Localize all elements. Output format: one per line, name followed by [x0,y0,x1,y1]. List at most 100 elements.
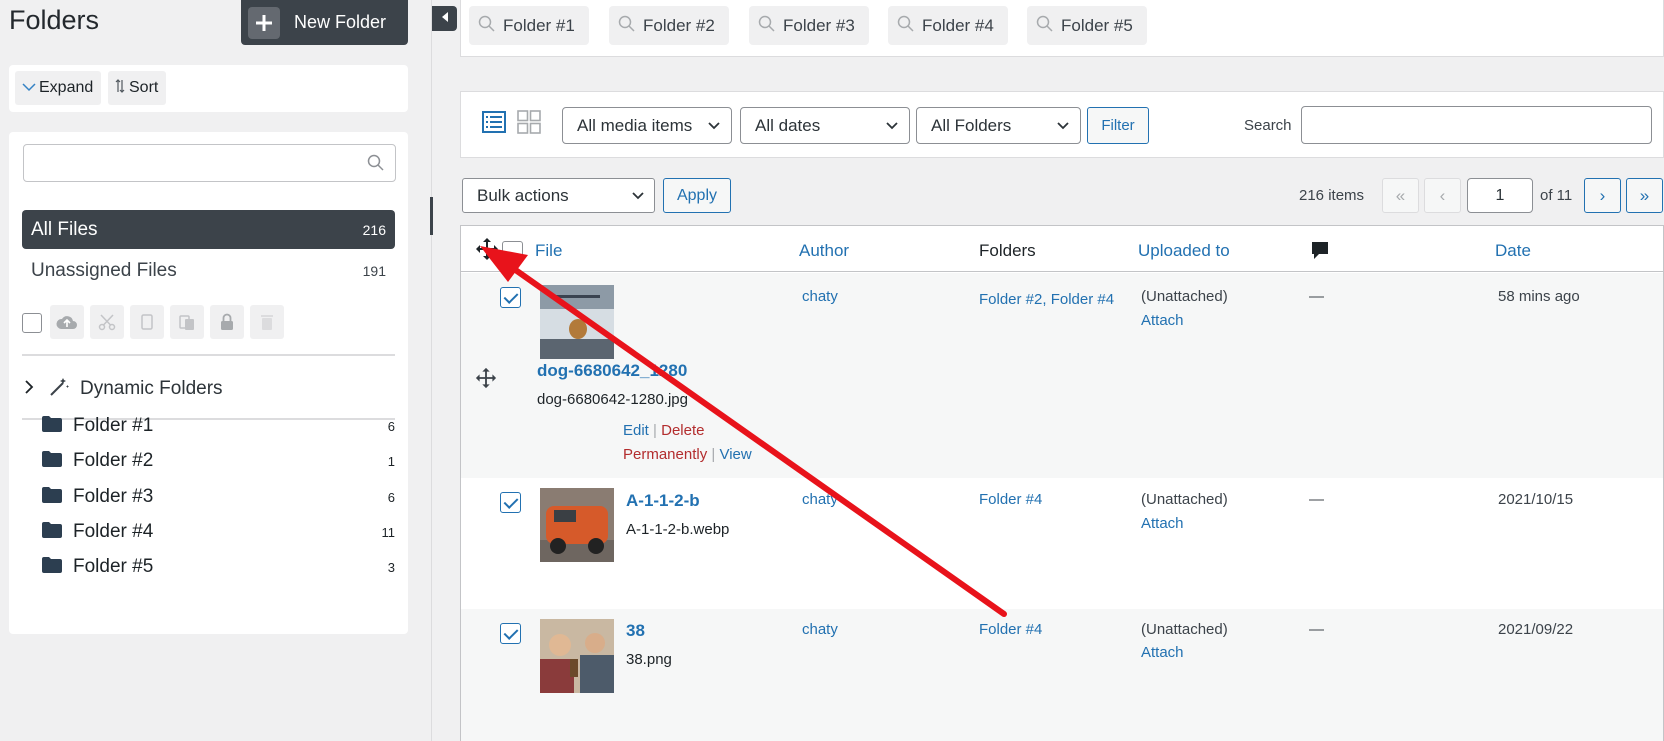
media-thumbnail[interactable] [540,285,614,359]
folder-count: 1 [387,453,395,469]
media-filter-bar: All media items All dates All Folders Fi… [460,91,1664,158]
lock-icon[interactable] [210,305,244,339]
view-link[interactable]: View [719,446,751,463]
folder-item[interactable]: Folder #1 6 [41,409,395,443]
sort-icon [115,78,125,99]
media-table: File Author Folders Uploaded to Date dog… [460,225,1664,741]
sidebar-toolbar: Expand Sort [9,65,408,112]
folders-link[interactable]: Folder #4 [979,621,1042,638]
items-count: 216 items [1299,187,1365,204]
media-thumbnail[interactable] [540,619,614,693]
folder-chip[interactable]: Folder #1 [469,6,589,45]
search-icon [478,15,495,37]
folder-item[interactable]: Folder #5 3 [41,550,395,584]
media-thumbnail[interactable] [540,488,614,562]
folders-link[interactable]: Folder #2, Folder #4 [979,288,1119,312]
folder-chip[interactable]: Folder #2 [609,6,729,45]
column-date[interactable]: Date [1495,241,1531,261]
folder-filter-value: All Folders [931,115,1012,135]
folder-chips-bar: Folder #1 Folder #2 Folder #3 Folder #4 … [460,0,1664,57]
row-checkbox[interactable] [500,623,521,644]
uploaded-to-status: (Unattached) [1141,288,1228,305]
select-all-checkbox[interactable] [502,241,523,262]
attach-link[interactable]: Attach [1141,515,1184,532]
sort-button[interactable]: Sort [108,71,166,105]
attach-link[interactable]: Attach [1141,312,1184,329]
author-link[interactable]: chaty [802,288,838,305]
bulk-actions-select[interactable]: Bulk actions [462,178,655,213]
folder-item[interactable]: Folder #3 6 [41,480,395,514]
folder-label: Folder #1 [73,415,154,436]
move-icon[interactable] [475,367,497,394]
uploaded-to-status: (Unattached) [1141,491,1228,508]
edit-link[interactable]: Edit [623,422,649,439]
media-title-link[interactable]: dog-6680642_1280 [537,361,687,381]
column-folders: Folders [979,241,1036,260]
unassigned-files-item[interactable]: Unassigned Files 191 [22,252,395,290]
apply-button[interactable]: Apply [663,178,731,213]
filter-button[interactable]: Filter [1087,107,1149,144]
dynamic-folders-label: Dynamic Folders [80,378,223,399]
cloud-upload-icon[interactable] [50,305,84,339]
folder-chip-label: Folder #1 [503,15,575,35]
media-type-value: All media items [577,115,693,135]
folders-sidebar: Folders New Folder Expand Sort All Files… [0,0,433,741]
folder-select[interactable]: All Folders [916,107,1081,144]
media-type-select[interactable]: All media items [562,107,732,144]
attach-link[interactable]: Attach [1141,644,1184,661]
folder-label: Folder #5 [73,556,154,577]
table-header: File Author Folders Uploaded to Date [461,226,1663,272]
paste-icon[interactable] [170,305,204,339]
folder-chip[interactable]: Folder #5 [1027,6,1147,45]
column-author[interactable]: Author [799,241,849,261]
upload-date: 2021/09/22 [1498,621,1574,638]
unassigned-files-count: 191 [362,263,386,279]
media-search-input[interactable] [1301,106,1652,144]
sidebar-resize-handle[interactable] [430,197,433,235]
date-select[interactable]: All dates [740,107,910,144]
grid-view-icon[interactable] [517,110,541,139]
media-title-link[interactable]: 38 [626,621,645,641]
wand-icon [48,376,70,403]
last-page-button[interactable]: » [1626,178,1663,213]
row-checkbox[interactable] [500,492,521,513]
column-file[interactable]: File [535,241,562,261]
media-title-link[interactable]: A-1-1-2-b [626,491,700,511]
all-files-label: All Files [31,218,98,240]
new-folder-button[interactable]: New Folder [241,0,408,45]
row-checkbox[interactable] [500,287,521,308]
dynamic-folders-item[interactable]: Dynamic Folders [22,369,395,409]
next-page-button[interactable]: › [1584,178,1621,213]
chevron-down-icon [1056,118,1070,138]
divider [22,354,395,356]
folder-chip-label: Folder #3 [783,15,855,35]
chevron-down-icon [707,118,721,138]
all-files-count: 216 [362,221,386,238]
list-view-icon[interactable] [482,110,506,139]
trash-icon[interactable] [250,305,284,339]
expand-label: Expand [39,79,94,96]
folder-count: 3 [387,559,395,575]
search-icon [367,154,384,176]
sidebar-title: Folders [9,5,100,35]
current-page-input[interactable]: 1 [1467,178,1533,213]
folder-item[interactable]: Folder #2 1 [41,444,395,478]
all-files-item[interactable]: All Files 216 [22,210,395,249]
folder-chip[interactable]: Folder #3 [749,6,869,45]
author-link[interactable]: chaty [802,491,838,508]
copy-icon[interactable] [130,305,164,339]
collapse-sidebar-button[interactable] [432,6,457,31]
column-uploaded-to[interactable]: Uploaded to [1138,241,1230,261]
author-link[interactable]: chaty [802,621,838,638]
folder-chip[interactable]: Folder #4 [888,6,1008,45]
expand-button[interactable]: Expand [15,71,101,105]
folders-link[interactable]: Folder #4 [979,491,1042,508]
folder-item[interactable]: Folder #4 11 [41,515,395,549]
scissors-icon[interactable] [90,305,124,339]
chevron-down-icon [22,79,36,97]
select-all-folders-checkbox[interactable] [22,313,42,333]
folder-search-input[interactable] [23,144,396,182]
chevron-right-icon [24,379,34,400]
comment-icon[interactable] [1311,241,1329,266]
move-icon[interactable] [475,237,499,266]
